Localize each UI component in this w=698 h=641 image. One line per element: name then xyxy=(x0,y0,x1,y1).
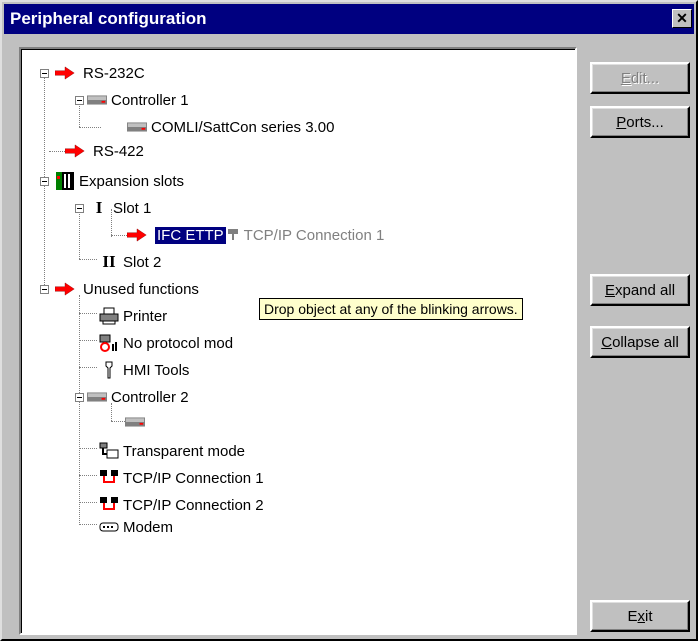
printer-icon xyxy=(99,307,119,325)
tree-node-controller2[interactable]: Controller 2 xyxy=(87,386,189,408)
collapse-toggle-rs232c[interactable] xyxy=(40,69,49,78)
collapse-toggle-unused[interactable] xyxy=(40,285,49,294)
network-icon xyxy=(226,226,240,244)
tree-node-label: No protocol mod xyxy=(123,334,234,352)
drop-arrow-icon xyxy=(55,64,75,82)
no-protocol-icon xyxy=(99,334,119,352)
network-icon xyxy=(99,469,119,487)
tree-line xyxy=(79,367,97,368)
tree-node-no-protocol[interactable]: No protocol mod xyxy=(99,332,233,354)
tree-node-rs422[interactable]: RS-422 xyxy=(65,140,144,162)
edit-button[interactable]: Edit... xyxy=(590,62,690,94)
tree-node-label: RS-232C xyxy=(83,64,145,82)
tree-node-label: Slot 1 xyxy=(113,199,152,217)
controller-icon xyxy=(87,91,107,109)
tree-node-controller1[interactable]: Controller 1 xyxy=(87,89,189,111)
drop-arrow-icon xyxy=(65,142,85,160)
tree-line xyxy=(79,340,97,341)
ports-button[interactable]: Ports... xyxy=(590,106,690,138)
tree-node-tcpip1[interactable]: TCP/IP Connection 1 xyxy=(99,467,264,489)
transparent-mode-icon xyxy=(99,442,119,460)
expansion-rack-icon xyxy=(55,172,75,190)
tree-node-slot2[interactable]: II Slot 2 xyxy=(99,251,161,273)
tree-node-label: Modem xyxy=(123,518,174,536)
tree-node-label: TCP/IP Connection 2 xyxy=(123,496,264,514)
title-bar: Peripheral configuration ✕ xyxy=(4,4,694,34)
exit-button[interactable]: Ex it xyxy=(590,600,690,632)
controller-icon xyxy=(87,388,107,406)
tree-node-label: Controller 1 xyxy=(111,91,189,109)
drop-arrow-icon xyxy=(127,226,147,244)
close-icon: ✕ xyxy=(676,10,688,26)
window-title: Peripheral configuration xyxy=(10,9,207,28)
tree-line xyxy=(79,295,80,523)
tree-node-label: COMLI/SattCon series 3.00 xyxy=(151,118,335,136)
collapse-toggle-slot1[interactable] xyxy=(75,204,84,213)
drop-arrow-icon xyxy=(55,280,75,298)
tree-node-label: Slot 2 xyxy=(123,253,162,271)
tree-node-label: Controller 2 xyxy=(111,388,189,406)
tree-node-label: HMI Tools xyxy=(123,361,190,379)
tree-line xyxy=(79,448,97,449)
collapse-all-button[interactable]: Collapse all xyxy=(590,326,690,358)
tree-node-modem[interactable]: Modem xyxy=(99,516,173,538)
tree-node-hmi-tools[interactable]: HMI Tools xyxy=(99,359,189,381)
tree-node-label: RS-422 xyxy=(93,142,144,160)
slot-ii-icon: II xyxy=(102,252,116,271)
tree-line xyxy=(79,127,101,128)
expand-all-button[interactable]: Expand all xyxy=(590,274,690,306)
tree-node-label-selected: IFC ETTP xyxy=(155,226,226,244)
tree-node-label: Unused functions xyxy=(83,280,199,298)
drag-ghost-label: TCP/IP Connection 1 xyxy=(243,226,385,244)
tree-line xyxy=(79,259,97,260)
tree-node-label: Transparent mode xyxy=(123,442,246,460)
tree-line xyxy=(79,313,97,314)
tree-node-label: Expansion slots xyxy=(79,172,185,190)
tree-line xyxy=(79,209,80,259)
collapse-toggle-controller1[interactable] xyxy=(75,96,84,105)
modem-icon xyxy=(99,518,119,536)
protocol-icon xyxy=(127,118,147,136)
collapse-toggle-controller2[interactable] xyxy=(75,393,84,402)
network-icon xyxy=(99,496,119,514)
tree-node-unused[interactable]: Unused functions xyxy=(55,278,199,300)
tree-node-transparent[interactable]: Transparent mode xyxy=(99,440,245,462)
tree-line xyxy=(79,502,97,503)
slot-i-icon: I xyxy=(95,198,103,217)
tree-node-printer[interactable]: Printer xyxy=(99,305,167,327)
drop-hint-tooltip: Drop object at any of the blinking arrow… xyxy=(259,298,523,320)
tree-node-label: TCP/IP Connection 1 xyxy=(123,469,264,487)
close-button[interactable]: ✕ xyxy=(672,9,692,28)
protocol-icon xyxy=(125,413,145,431)
tree-node-ifc-ettp[interactable]: IFC ETTP TCP/IP Connection 1 xyxy=(127,224,384,246)
collapse-toggle-expansion-slots[interactable] xyxy=(40,177,49,186)
peripheral-config-window: Peripheral configuration ✕ RS-232C Contr… xyxy=(0,0,698,641)
tree-line xyxy=(79,475,97,476)
tree-line xyxy=(111,421,125,422)
peripheral-tree-view[interactable]: RS-232C Controller 1 COMLI/SattCon serie… xyxy=(19,47,577,635)
tree-node-expansion-slots[interactable]: Expansion slots xyxy=(55,170,184,192)
tree-node-label: Printer xyxy=(123,307,168,325)
tree-node-tcpip2[interactable]: TCP/IP Connection 2 xyxy=(99,494,264,516)
tree-node-rs232c[interactable]: RS-232C xyxy=(55,62,145,84)
tree-node-controller2-child[interactable] xyxy=(125,411,145,433)
tree-node-slot1[interactable]: I Slot 1 xyxy=(89,197,152,219)
tree-line xyxy=(111,235,127,236)
wrench-icon xyxy=(99,361,119,379)
tree-node-comli[interactable]: COMLI/SattCon series 3.00 xyxy=(127,116,334,138)
tree-line xyxy=(79,524,97,525)
